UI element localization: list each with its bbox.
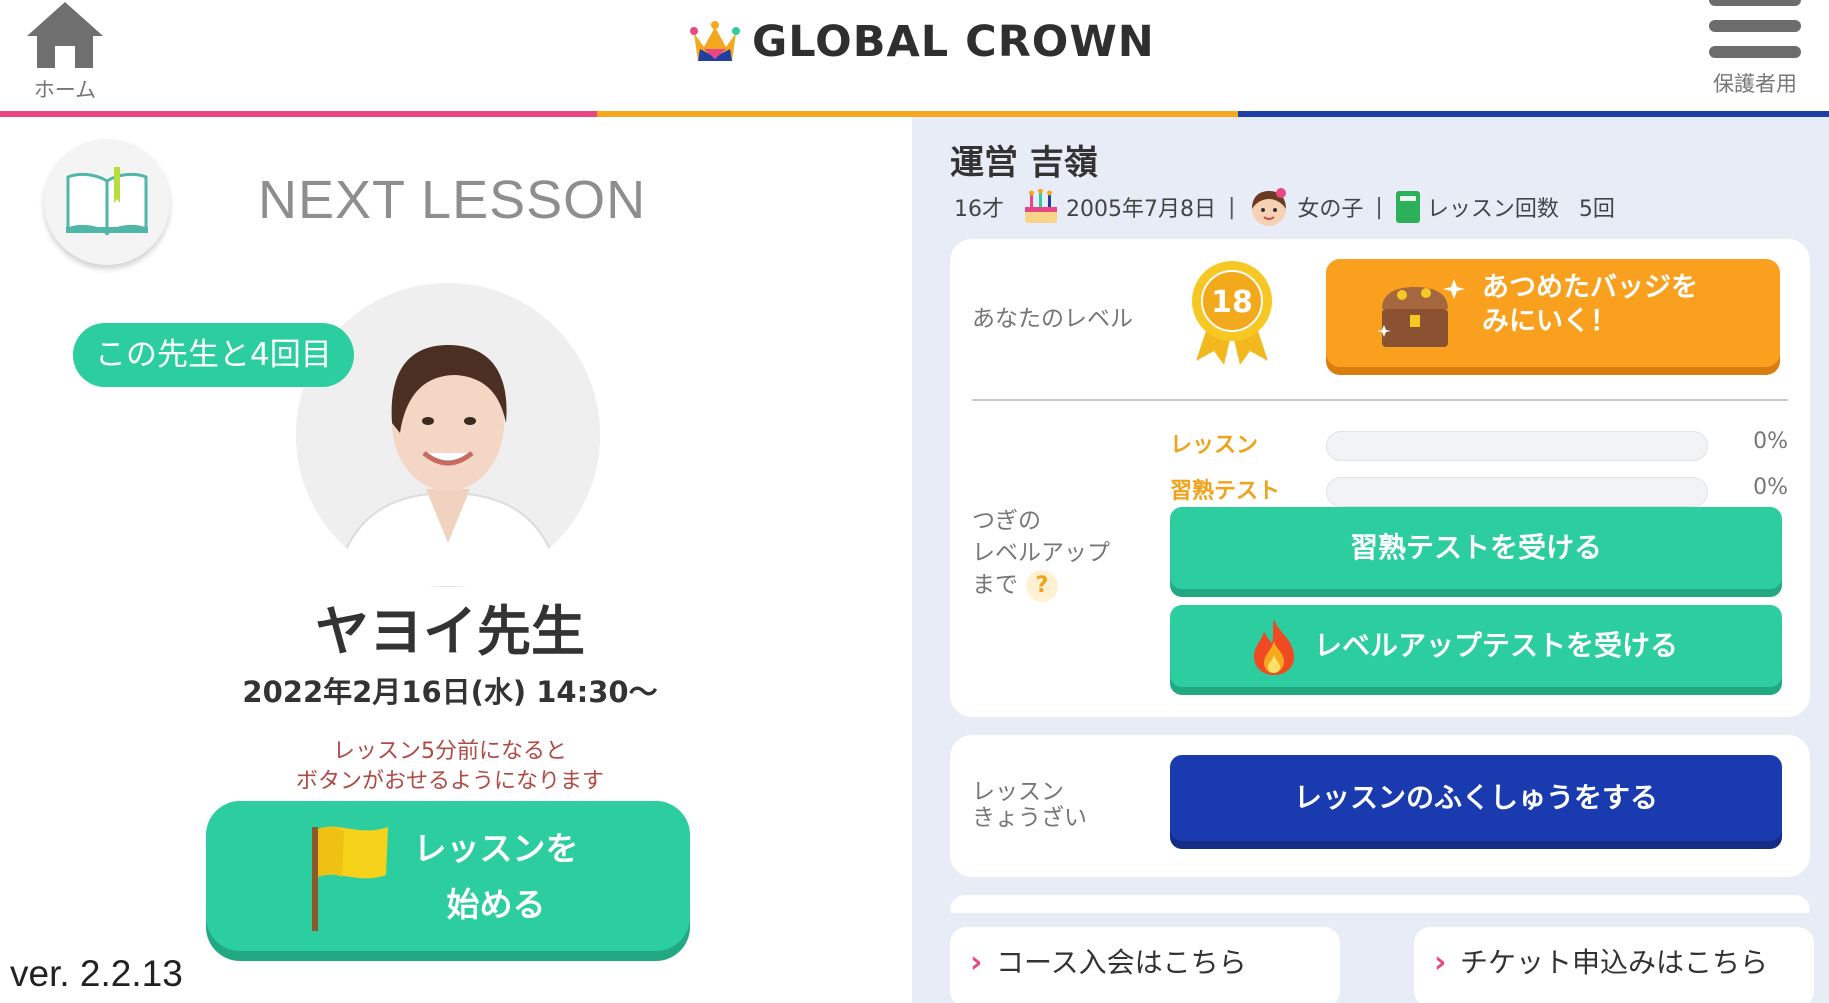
student-panel: 運営 吉嶺 16才 2005年7月8日 | 女の子 | レッスン回数 5回 あな… (912, 117, 1829, 1003)
lesson-datetime: 2022年2月16日(水) 14:30〜 (242, 675, 658, 709)
book-icon (44, 139, 170, 265)
level-number: 18 (1211, 285, 1253, 320)
start-notice-line1: レッスン5分前になると (333, 739, 567, 764)
help-icon[interactable]: ? (1026, 570, 1058, 602)
lesson-count-value: 5回 (1578, 197, 1615, 222)
lesson-materials-label: レッスン きょうざい (972, 779, 1087, 831)
brand-logo-text: GLOBAL CROWN (752, 17, 1155, 67)
levelup-test-button[interactable]: レベルアップテストを受ける (1170, 605, 1782, 687)
app-root: ホーム GLOBAL CROWN 保護者用 NEXT LESSON この先生と4… (0, 0, 1829, 1003)
menu-label: 保護者用 (1713, 72, 1797, 96)
next-lesson-panel: NEXT LESSON この先生と4回目 ヤヨイ先生 2022年2月16日(水)… (0, 117, 912, 1003)
mastery-progress-label: 習熟テスト (1170, 479, 1281, 504)
view-badges-label: あつめたバッジを みにいく！ (1482, 271, 1698, 339)
course-signup-link[interactable]: › コース入会はこちら (950, 927, 1340, 1003)
next-level-line3: まで (972, 572, 1018, 598)
birthday-cake-icon (1022, 189, 1060, 225)
student-profile: 16才 2005年7月8日 | 女の子 | レッスン回数 5回 (954, 185, 1615, 229)
level-card: あなたのレベル 18 あつめたバッジを みにいく！ レッスン 0% 習熟テスト … (950, 239, 1810, 717)
lesson-progress-percent: 0% (1753, 429, 1788, 454)
next-level-label: つぎの レベルアップ まで? (972, 505, 1110, 602)
next-level-line3-wrap: まで? (972, 569, 1110, 602)
profile-separator: | (1375, 194, 1383, 220)
level-divider (972, 399, 1788, 401)
menu-icon-bar (1709, 46, 1801, 58)
start-lesson-button[interactable]: レッスンを 始める (206, 801, 690, 951)
lesson-count-label: レッスン回数 (1426, 197, 1559, 222)
next-level-line1: つぎの (972, 508, 1041, 534)
your-level-label: あなたのレベル (972, 306, 1133, 332)
chevron-right-icon: › (1434, 945, 1447, 980)
view-badges-label-line2: みにいく！ (1482, 306, 1617, 337)
top-header: ホーム GLOBAL CROWN 保護者用 (0, 0, 1829, 117)
mastery-test-button[interactable]: 習熟テストを受ける (1170, 507, 1782, 589)
ticket-application-link[interactable]: › チケット申込みはこちら (1414, 927, 1814, 1003)
menu-icon-bar (1709, 20, 1801, 32)
start-lesson-label-line1: レッスンを (413, 829, 579, 868)
home-icon (27, 2, 103, 68)
app-version: ver. 2.2.13 (10, 953, 183, 994)
review-card: レッスン きょうざい レッスンのふくしゅうをする (950, 735, 1810, 877)
student-age: 16才 (954, 197, 1004, 222)
lesson-progress-bar (1326, 431, 1708, 461)
course-signup-label: コース入会はこちら (996, 946, 1247, 979)
profile-separator: | (1227, 194, 1236, 220)
lesson-progress-label: レッスン (1170, 433, 1259, 458)
notebook-icon (1395, 190, 1421, 224)
home-label: ホーム (33, 78, 97, 102)
start-notice-line2: ボタンがおせるようになります (295, 769, 604, 794)
ticket-application-label: チケット申込みはこちら (1460, 946, 1769, 979)
levelup-test-label: レベルアップテストを受ける (1313, 629, 1678, 662)
mastery-progress-percent: 0% (1753, 475, 1788, 500)
home-button[interactable]: ホーム (20, 0, 110, 110)
teacher-avatar (296, 283, 600, 587)
flag-icon (312, 826, 388, 931)
student-gender: 女の子 (1297, 197, 1364, 222)
lesson-materials-line2: きょうざい (972, 805, 1087, 831)
parent-menu-button[interactable]: 保護者用 (1700, 0, 1810, 105)
view-badges-label-line1: あつめたバッジを (1482, 272, 1698, 303)
next-lesson-heading: NEXT LESSON (258, 170, 647, 230)
brand-logo: GLOBAL CROWN (690, 14, 1155, 70)
mastery-progress-bar (1326, 477, 1708, 507)
next-level-line2: レベルアップ (972, 540, 1110, 566)
lesson-count-badge: この先生と4回目 (73, 323, 354, 387)
fire-icon (1254, 619, 1294, 675)
menu-icon (1709, 0, 1801, 6)
view-badges-button[interactable]: あつめたバッジを みにいく！ (1326, 259, 1780, 367)
lesson-materials-line1: レッスン (972, 779, 1064, 805)
review-lesson-button[interactable]: レッスンのふくしゅうをする (1170, 755, 1782, 841)
girl-face-icon (1247, 187, 1291, 227)
footer-links: › コース入会はこちら › チケット申込みはこちら (912, 913, 1829, 1003)
start-lesson-label-line2: 始める (446, 885, 546, 924)
student-name: 運営 吉嶺 (950, 143, 1098, 183)
student-birthday: 2005年7月8日 (1066, 197, 1216, 222)
teacher-name: ヤヨイ先生 (315, 600, 585, 663)
crown-logo-icon (690, 21, 740, 61)
treasure-chest-icon (1377, 279, 1465, 347)
start-lesson-label: レッスンを 始める (386, 821, 606, 933)
chevron-right-icon: › (970, 945, 983, 980)
start-notice: レッスン5分前になると ボタンがおせるようになります (0, 737, 900, 797)
